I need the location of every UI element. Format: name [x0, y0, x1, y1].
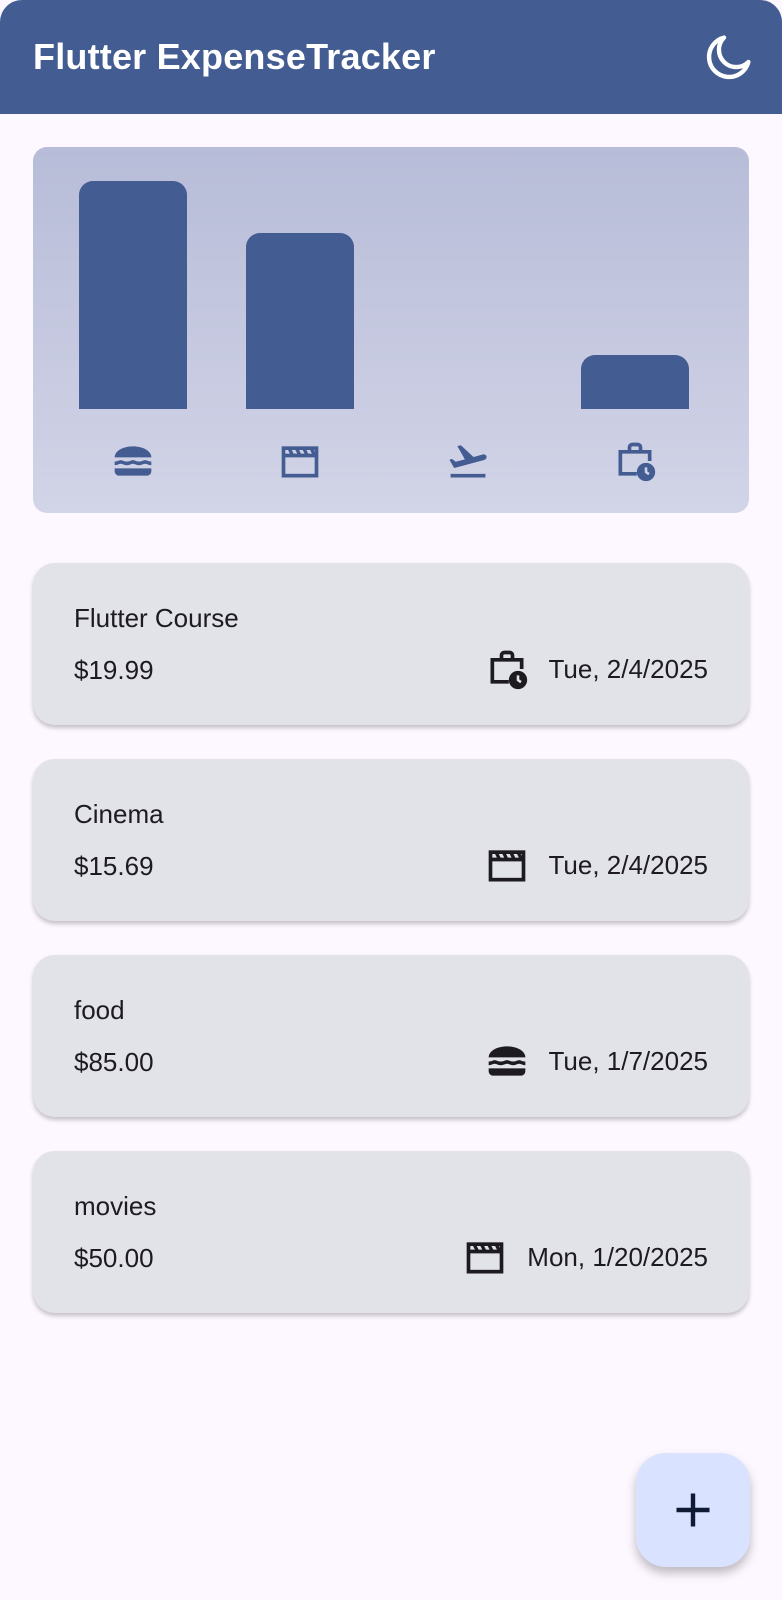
- expense-chart: [33, 147, 749, 513]
- expense-amount: $15.69: [74, 851, 154, 881]
- chart-bar-work: [581, 355, 689, 409]
- app-bar: Flutter ExpenseTracker: [0, 0, 782, 114]
- expense-meta: Mon, 1/20/2025: [463, 1235, 708, 1279]
- chart-bar-food: [79, 181, 187, 409]
- work-history-icon: [485, 647, 529, 691]
- expense-date: Mon, 1/20/2025: [527, 1241, 708, 1272]
- expense-title: Flutter Course: [74, 603, 239, 633]
- work-history-icon: [611, 437, 659, 485]
- expense-amount: $85.00: [74, 1047, 154, 1077]
- plus-icon: [676, 1493, 710, 1527]
- expense-date: Tue, 1/7/2025: [548, 1045, 709, 1076]
- moon-icon: [706, 35, 751, 80]
- add-expense-button[interactable]: [636, 1453, 750, 1567]
- clapperboard-icon: [463, 1235, 507, 1279]
- clapperboard-icon: [485, 843, 529, 887]
- expense-amount: $19.99: [74, 655, 154, 685]
- expense-date: Tue, 2/4/2025: [548, 653, 709, 684]
- flight-takeoff-icon: [444, 437, 492, 485]
- burger-icon: [485, 1039, 529, 1083]
- burger-icon: [109, 437, 157, 485]
- expense-item[interactable]: Cinema $15.69 Tue, 2/4/2025: [33, 759, 749, 921]
- expense-meta: Tue, 1/7/2025: [485, 1039, 709, 1083]
- expense-title: movies: [74, 1191, 157, 1221]
- expense-meta: Tue, 2/4/2025: [485, 843, 709, 887]
- expense-title: Cinema: [74, 799, 164, 829]
- expense-list: Flutter Course $19.99 Tue, 2/4/2025 Cine…: [33, 563, 749, 1347]
- expense-date: Tue, 2/4/2025: [548, 849, 709, 880]
- expense-item[interactable]: Flutter Course $19.99 Tue, 2/4/2025: [33, 563, 749, 725]
- chart-bars-area: [33, 147, 749, 409]
- expense-title: food: [74, 995, 125, 1025]
- chart-bar-leisure: [246, 233, 354, 409]
- expense-amount: $50.00: [74, 1243, 154, 1273]
- app-title: Flutter ExpenseTracker: [33, 36, 436, 77]
- theme-toggle-button[interactable]: [702, 30, 756, 84]
- expense-item[interactable]: food $85.00 Tue, 1/7/2025: [33, 955, 749, 1117]
- expense-item[interactable]: movies $50.00 Mon, 1/20/2025: [33, 1151, 749, 1313]
- expense-meta: Tue, 2/4/2025: [485, 647, 709, 691]
- clapperboard-icon: [276, 437, 324, 485]
